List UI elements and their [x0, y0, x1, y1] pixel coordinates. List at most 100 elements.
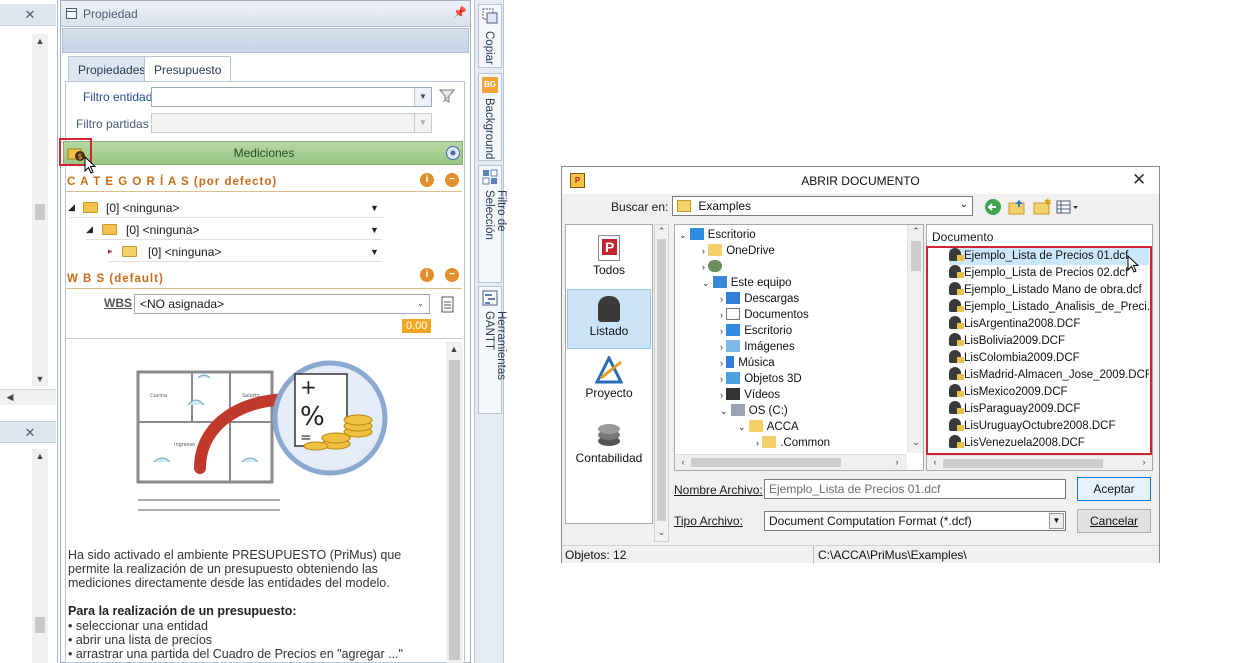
scroll-up-icon[interactable]: ▲ — [32, 451, 48, 461]
tab-presupuesto[interactable]: Presupuesto — [144, 56, 232, 82]
filter-icon[interactable] — [439, 88, 456, 105]
dialog-title-bar: P ABRIR DOCUMENTO ✕ — [562, 167, 1159, 194]
tipo-archivo-select[interactable]: Document Computation Format (*.dcf) ▼ — [764, 511, 1066, 531]
filtro-entidad-combo[interactable]: ▼ — [151, 87, 432, 107]
pin-icon[interactable]: 📌 — [453, 6, 467, 19]
buscar-en-combo[interactable]: Examples ⌄ — [672, 196, 973, 216]
side-tab-label: Herramientas GANTT — [483, 311, 507, 381]
close-icon[interactable]: ✕ — [24, 426, 36, 439]
expand-caret-icon[interactable]: ▸ — [108, 246, 113, 257]
tree-item-musica[interactable]: › Música — [720, 356, 775, 372]
chevron-down-icon[interactable]: ▼ — [370, 203, 379, 213]
close-icon[interactable]: ✕ — [1132, 170, 1146, 190]
scroll-up-icon[interactable]: ⌃ — [655, 226, 668, 237]
scroll-thumb[interactable] — [911, 241, 921, 271]
scroll-down-icon[interactable]: ▼ — [32, 374, 48, 384]
column-header-documento[interactable]: Documento — [932, 230, 993, 244]
collapse-icon[interactable]: − — [445, 268, 459, 282]
aceptar-button[interactable]: Aceptar — [1077, 477, 1151, 501]
info-icon[interactable]: i — [420, 268, 434, 282]
filtro-entidad-label: Filtro entidad — [83, 90, 153, 104]
tree-vertical-scrollbar[interactable]: ⌃ ⌄ — [907, 225, 923, 453]
new-folder-icon[interactable]: ✱ — [1033, 198, 1051, 216]
collapse-caret-icon[interactable]: ◢ — [68, 202, 75, 213]
chevron-down-icon[interactable]: ▼ — [414, 88, 431, 106]
divider — [66, 338, 462, 339]
categoria-row[interactable]: ◢ [0] <ninguna> ▼ — [68, 198, 382, 218]
chevron-down-icon[interactable]: ⌄ — [412, 295, 429, 313]
close-icon[interactable]: ✕ — [24, 8, 36, 21]
tree-item-videos[interactable]: › Vídeos — [720, 388, 780, 404]
cancelar-button[interactable]: Cancelar — [1077, 509, 1151, 533]
side-tab-filtro-seleccion[interactable]: Filtro de Selección — [478, 165, 507, 283]
scroll-left-icon[interactable]: ‹ — [675, 457, 691, 467]
scroll-down-icon[interactable]: ⌄ — [655, 527, 668, 538]
scroll-thumb[interactable] — [35, 617, 45, 633]
tree-horizontal-scrollbar[interactable]: ‹ › — [675, 454, 907, 470]
chevron-down-icon[interactable]: ▼ — [370, 247, 379, 257]
tree-item-escritorio-2[interactable]: › Escritorio — [720, 324, 792, 340]
music-icon — [726, 356, 735, 368]
collapse-caret-icon[interactable]: ◢ — [86, 224, 93, 235]
settings-icon[interactable] — [445, 145, 461, 161]
scroll-up-icon[interactable]: ▲ — [32, 36, 48, 46]
scroll-thumb[interactable] — [35, 204, 45, 220]
place-listado[interactable]: Listado — [567, 289, 651, 349]
tree-item-documentos[interactable]: › Documentos — [720, 308, 809, 324]
tree-item-objetos-3d[interactable]: › Objetos 3D — [720, 372, 802, 388]
scroll-thumb[interactable] — [691, 458, 841, 467]
wbs-combo[interactable]: <NO asignada> ⌄ — [134, 294, 430, 314]
tree-item-descargas[interactable]: › Descargas — [720, 292, 799, 308]
place-proyecto[interactable]: Proyecto — [567, 352, 651, 412]
tree-item-os-c[interactable]: ⌄ OS (C:) — [720, 404, 788, 420]
side-tab-copiar[interactable]: Copiar — [478, 4, 502, 68]
scroll-up-icon[interactable]: ⌃ — [908, 226, 924, 237]
tree-item-escritorio[interactable]: ⌄ Escritorio — [679, 228, 756, 244]
scroll-left-icon[interactable]: ◀ — [2, 392, 18, 403]
side-tab-gantt[interactable]: Herramientas GANTT — [478, 286, 507, 414]
files-horizontal-scrollbar[interactable]: ‹ › — [927, 455, 1152, 470]
tree-item-imagenes[interactable]: › Imágenes — [720, 340, 795, 356]
horizontal-scrollbar[interactable]: ◀ — [0, 389, 56, 405]
categoria-row[interactable]: ▸ [0] <ninguna> ▼ — [108, 242, 382, 262]
tree-item-onedrive[interactable]: › OneDrive — [702, 244, 775, 260]
chevron-down-icon[interactable]: ⌄ — [960, 199, 968, 210]
info-icon[interactable]: i — [420, 173, 434, 187]
scroll-down-icon[interactable]: ⌄ — [908, 437, 924, 448]
side-tab-background[interactable]: BG Background — [478, 73, 502, 161]
scroll-left-icon[interactable]: ‹ — [927, 457, 943, 467]
tab-propiedades[interactable]: Propiedades — [68, 56, 156, 81]
tree-item-user[interactable]: › — [702, 260, 726, 276]
objects3d-icon — [726, 372, 741, 384]
scroll-thumb[interactable] — [449, 360, 460, 660]
section-divider — [66, 288, 462, 289]
dialog-status-bar: Objetos: 12 C:\ACCA\PriMus\Examples\ — [562, 545, 1159, 564]
scroll-thumb[interactable] — [943, 459, 1103, 468]
buscar-en-value: Examples — [698, 199, 752, 213]
collapse-icon[interactable]: − — [445, 173, 459, 187]
place-todos[interactable]: P Todos — [567, 231, 651, 291]
tree-item-acca[interactable]: ⌄ ACCA — [738, 420, 799, 436]
mediciones-bar[interactable]: Mediciones — [63, 141, 463, 165]
tree-item-common[interactable]: › .Common — [756, 436, 830, 452]
panel-vertical-scrollbar[interactable]: ▲ — [446, 342, 463, 663]
scroll-right-icon[interactable]: › — [889, 457, 905, 467]
place-contabilidad[interactable]: Contabilidad — [567, 417, 651, 477]
vertical-scrollbar-2[interactable]: ▲ — [32, 449, 48, 663]
copy-icon — [482, 8, 498, 24]
back-icon[interactable] — [984, 198, 1002, 216]
categoria-row[interactable]: ◢ [0] <ninguna> ▼ — [86, 220, 382, 240]
nombre-archivo-input[interactable]: Ejemplo_Lista de Precios 01.dcf — [764, 479, 1066, 499]
presupuesto-description: Ha sido activado el ambiente PRESUPUESTO… — [68, 548, 402, 590]
document-icon[interactable] — [440, 296, 456, 314]
tree-item-este-equipo[interactable]: ⌄ Este equipo — [702, 276, 792, 292]
chevron-down-icon[interactable]: ▼ — [1049, 513, 1064, 529]
view-menu-icon[interactable] — [1056, 199, 1080, 215]
scroll-thumb[interactable] — [657, 239, 666, 521]
scroll-right-icon[interactable]: › — [1136, 457, 1152, 467]
places-scrollbar[interactable]: ⌃ ⌄ — [654, 224, 669, 542]
up-folder-icon[interactable] — [1008, 198, 1026, 216]
chevron-down-icon[interactable]: ▼ — [370, 225, 379, 235]
scroll-up-icon[interactable]: ▲ — [446, 344, 462, 354]
vertical-scrollbar[interactable]: ▲ ▼ — [32, 34, 48, 386]
